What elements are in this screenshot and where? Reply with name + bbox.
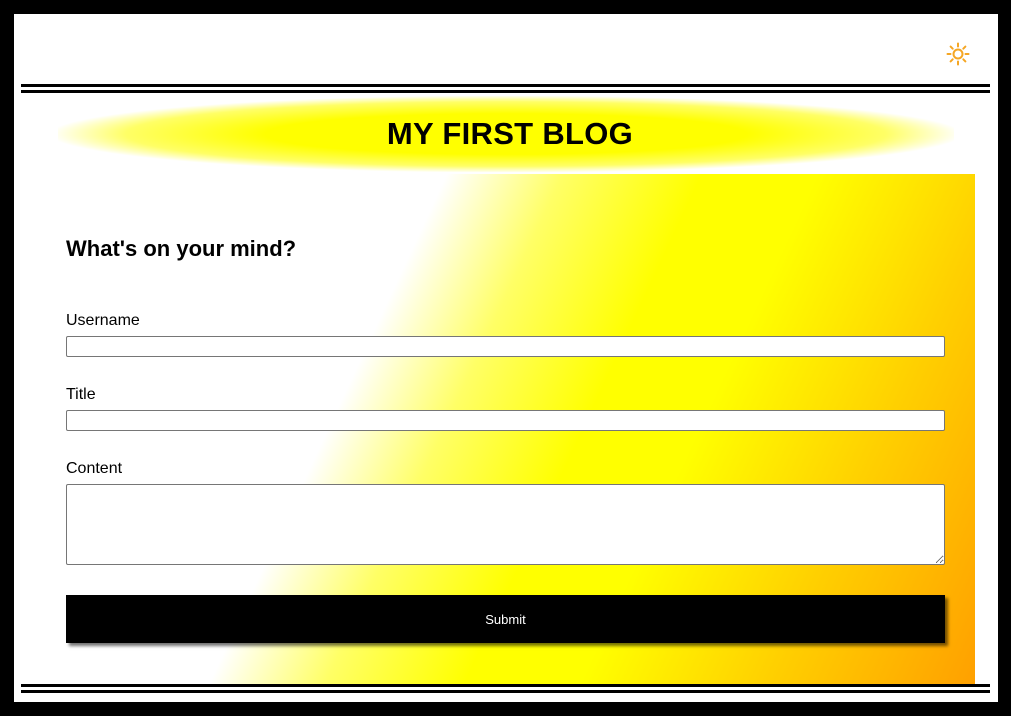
title-input[interactable] — [66, 410, 945, 431]
sun-icon — [946, 42, 970, 66]
blog-title: MY FIRST BLOG — [386, 116, 634, 151]
title-label: Title — [66, 386, 96, 403]
content-textarea[interactable] — [66, 484, 945, 565]
username-input[interactable] — [66, 336, 945, 357]
post-form-card: What's on your mind? Username Title Cont… — [52, 174, 975, 684]
submit-button[interactable]: Submit — [66, 595, 945, 643]
form-heading: What's on your mind? — [66, 236, 297, 261]
page-container: MY FIRST BLOG What's on your mind? Usern… — [14, 14, 998, 702]
content-label: Content — [66, 460, 123, 477]
blog-banner: MY FIRST BLOG — [58, 96, 954, 172]
footer-divider — [21, 684, 990, 693]
username-label: Username — [66, 312, 140, 329]
header-divider — [21, 84, 990, 93]
theme-toggle-button[interactable] — [944, 40, 972, 68]
